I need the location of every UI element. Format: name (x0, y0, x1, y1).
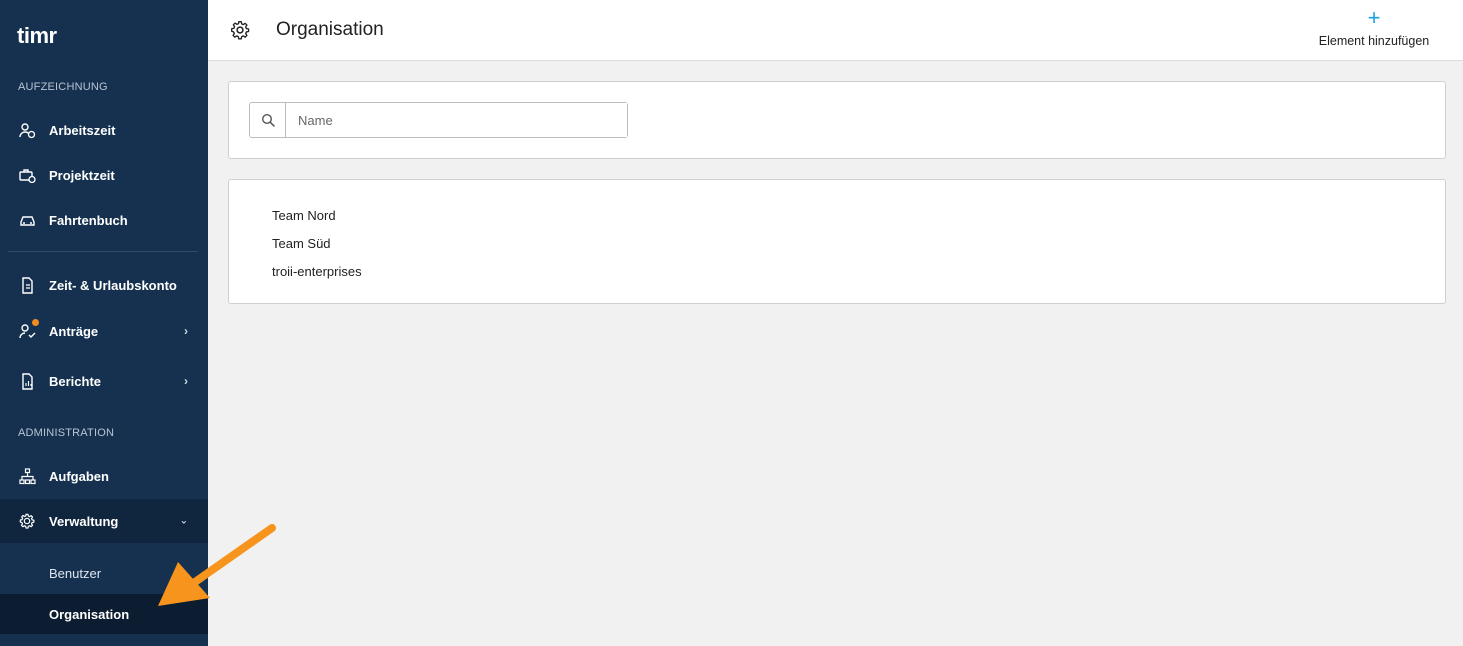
list-item[interactable]: troii-enterprises (272, 264, 362, 279)
sidebar-item-label: Anträge (49, 323, 99, 339)
section-label-recording: AUFZEICHNUNG (18, 81, 108, 93)
search-icon (250, 103, 286, 137)
list-item[interactable]: Team Nord (272, 208, 336, 223)
timr-logo[interactable]: timr (17, 22, 57, 50)
car-icon (18, 211, 36, 229)
user-clock-icon (18, 121, 36, 139)
sidebar-item-aufgaben[interactable]: Aufgaben (0, 454, 208, 498)
sidebar-item-label: Fahrtenbuch (49, 212, 128, 228)
sidebar-item-arbeitszeit[interactable]: Arbeitszeit (0, 108, 208, 152)
sidebar-item-antraege[interactable]: Anträge › (0, 309, 208, 353)
chevron-right-icon: › (184, 374, 188, 388)
document-icon (18, 276, 36, 294)
gear-icon (18, 512, 36, 530)
briefcase-clock-icon (18, 166, 36, 184)
sidebar-item-label: Verwaltung (49, 513, 119, 529)
search-input[interactable] (286, 103, 627, 137)
user-check-icon (18, 319, 39, 340)
search-card (228, 81, 1446, 159)
add-element-label: Element hinzufügen (1318, 34, 1430, 48)
sidebar-divider (8, 251, 198, 252)
sidebar-item-label: Projektzeit (49, 167, 115, 183)
annotation-arrow-icon (158, 524, 276, 606)
section-label-administration: ADMINISTRATION (18, 427, 115, 439)
sidebar-item-label: Aufgaben (49, 468, 109, 484)
search-field (249, 102, 628, 138)
sidebar-item-berichte[interactable]: Berichte › (0, 359, 208, 403)
sidebar-item-label: Arbeitszeit (49, 122, 116, 138)
notification-badge (32, 319, 39, 326)
organisation-list-card: Team Nord Team Süd troii-enterprises (228, 179, 1446, 304)
plus-icon: + (1367, 5, 1381, 30)
sidebar-item-urlaubskonto[interactable]: Zeit- & Urlaubskonto (0, 263, 208, 307)
chevron-right-icon: › (184, 324, 188, 338)
report-icon (18, 372, 36, 390)
gear-icon (230, 20, 250, 40)
list-item[interactable]: Team Süd (272, 236, 331, 251)
logo-text: timr (17, 23, 57, 48)
sidebar-item-projektzeit[interactable]: Projektzeit (0, 153, 208, 197)
page-header: Organisation + Element hinzufügen (208, 0, 1463, 61)
sidebar-item-fahrtenbuch[interactable]: Fahrtenbuch (0, 198, 208, 242)
sidebar-item-label: Zeit- & Urlaubskonto (49, 277, 177, 293)
hierarchy-icon (18, 467, 36, 485)
sidebar-item-label: Berichte (49, 373, 102, 389)
page-title: Organisation (276, 19, 384, 40)
add-element-button[interactable]: + Element hinzufügen (1314, 5, 1434, 54)
